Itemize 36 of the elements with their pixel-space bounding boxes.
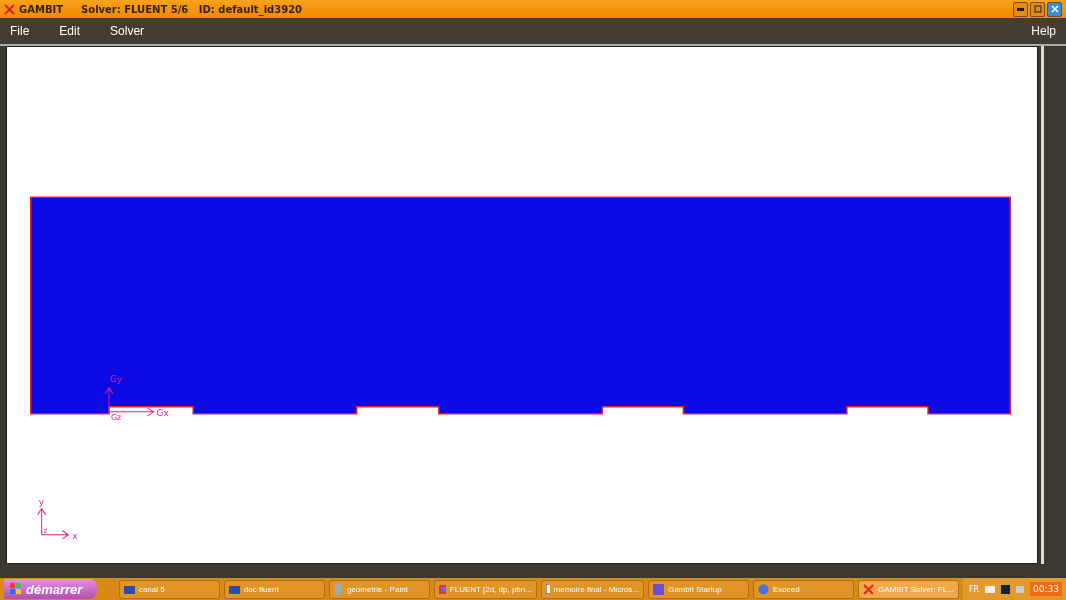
minimize-button[interactable]: [1013, 1, 1028, 17]
menu-item[interactable]: Solver: [110, 24, 145, 38]
taskbar-button[interactable]: Gambit Startup: [647, 579, 749, 599]
folder-icon: [123, 584, 135, 594]
taskbar-button[interactable]: doc fluent: [223, 579, 325, 599]
folder-icon: [228, 584, 240, 594]
restore-icon: [1033, 5, 1042, 13]
taskbar-button[interactable]: canal 5: [118, 579, 220, 599]
axis-label: Gz: [111, 412, 122, 422]
taskbar-button[interactable]: GAMBIT Solver: FL...: [857, 579, 959, 599]
taskbar-button[interactable]: FLUENT [2d, dp, pbn...: [433, 579, 537, 599]
language-indicator[interactable]: FR: [968, 584, 980, 594]
axis-label: y: [38, 496, 44, 507]
taskbar-button[interactable]: geometrie - Paint: [328, 579, 430, 599]
close-icon: [1050, 5, 1059, 13]
taskbar-button[interactable]: Exceed: [752, 579, 854, 599]
global-axes-drawing: [37, 508, 69, 540]
menu-item[interactable]: File: [10, 24, 30, 38]
axis-label: Gx: [156, 407, 169, 418]
menu-item[interactable]: Edit: [59, 24, 81, 38]
cross-icon: [862, 583, 874, 595]
start-button[interactable]: démarrer: [4, 579, 98, 599]
axis-label: Gy: [110, 373, 123, 384]
taskbar-button[interactable]: memoire final - Micros...: [540, 579, 644, 599]
restore-button[interactable]: [1030, 1, 1045, 17]
document-icon: [545, 584, 550, 594]
app-name: GAMBIT: [19, 3, 64, 15]
cross-icon: [4, 3, 15, 15]
windows-logo-icon: [10, 583, 22, 595]
window-icon: [438, 584, 446, 594]
axis-label: x: [72, 530, 78, 541]
window-title: Solver: FLUENT 5/6 ID: default_id3920: [81, 3, 303, 15]
close-button[interactable]: [1047, 1, 1062, 17]
clock: 00:33: [1030, 582, 1063, 596]
minimize-icon: [1017, 7, 1024, 11]
help-menu[interactable]: Help: [1031, 24, 1056, 38]
